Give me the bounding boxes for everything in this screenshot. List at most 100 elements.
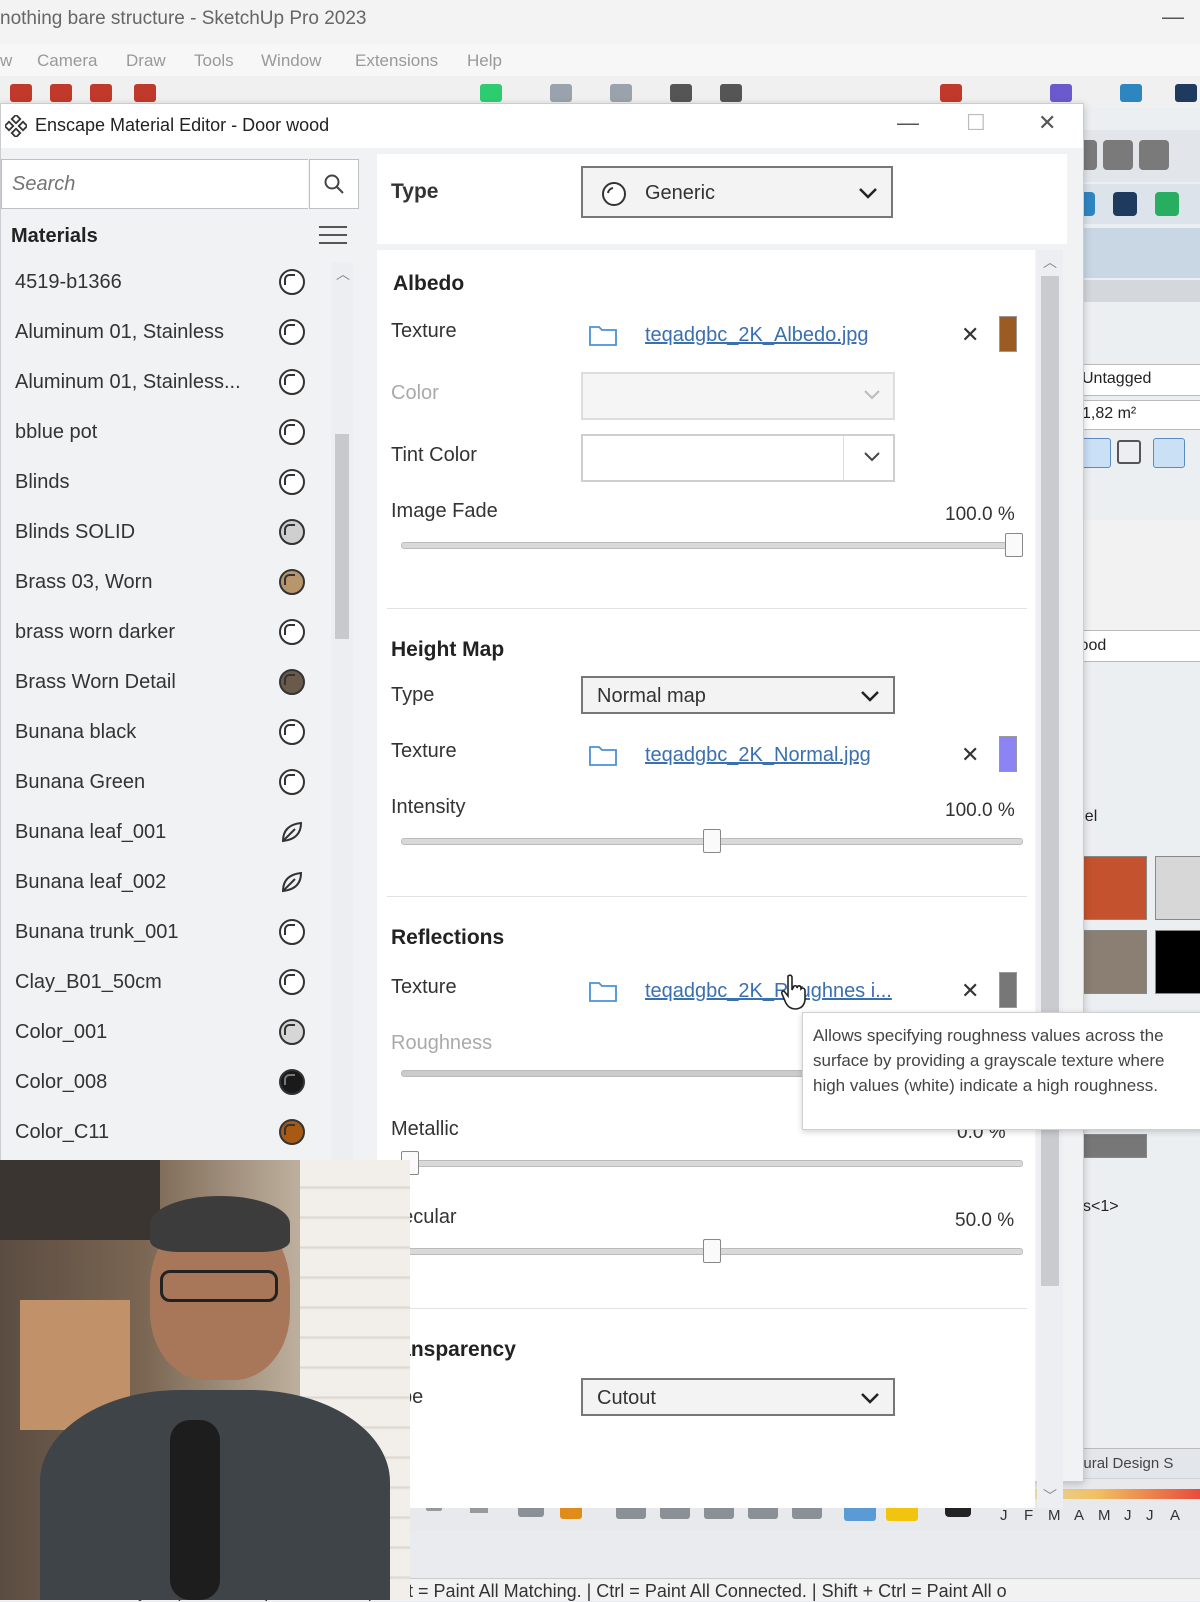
material-list-item[interactable]: Bunana Green xyxy=(1,759,321,809)
menu-camera[interactable]: Camera xyxy=(37,51,97,71)
sphere-icon xyxy=(279,619,305,645)
sphere-icon xyxy=(279,269,305,295)
material-list-item[interactable]: Brass Worn Detail xyxy=(1,659,321,709)
remove-texture-button[interactable]: ✕ xyxy=(961,322,979,348)
materials-scrollbar[interactable] xyxy=(331,262,353,1242)
select-tool-icon[interactable] xyxy=(10,84,32,102)
albedo-color-chip[interactable] xyxy=(999,316,1017,352)
ruby-tool-icon[interactable] xyxy=(1050,84,1072,102)
material-list-item[interactable]: Brass 03, Worn xyxy=(1,559,321,609)
tray-tool-icon[interactable] xyxy=(1155,192,1179,216)
section-tool-icon[interactable] xyxy=(610,84,632,102)
properties-scroll-thumb[interactable] xyxy=(1041,276,1059,1286)
material-list-item[interactable]: Bunana leaf_002 xyxy=(1,859,321,909)
tray-tool-icon[interactable] xyxy=(1113,192,1137,216)
roughness-texture-link[interactable]: teqadgbc_2K_Roughnes i... xyxy=(645,980,892,1003)
metallic-slider[interactable] xyxy=(401,1160,1023,1167)
scroll-up-icon[interactable]: ︿ xyxy=(336,264,350,284)
pencil-tool-icon[interactable] xyxy=(940,84,962,102)
materials-scroll-thumb[interactable] xyxy=(335,434,349,639)
material-list-item[interactable]: Aluminum 01, Stainless... xyxy=(1,359,321,409)
sphere-icon xyxy=(602,182,626,206)
folder-icon[interactable] xyxy=(589,744,617,766)
menu-help[interactable]: Help xyxy=(467,51,502,71)
material-name-field[interactable]: wood xyxy=(1065,630,1200,662)
image-fade-value: 100.0 % xyxy=(945,504,1015,525)
material-name: Color_008 xyxy=(15,1071,108,1093)
material-list-item[interactable]: Color_001 xyxy=(1,1009,321,1059)
camera-tool-icon[interactable] xyxy=(670,84,692,102)
globe-tool-icon[interactable] xyxy=(1120,84,1142,102)
material-list-item[interactable]: Blinds xyxy=(1,459,321,509)
minimize-button[interactable]: — xyxy=(1162,4,1184,30)
check-tool-icon[interactable] xyxy=(480,84,502,102)
material-list-item[interactable]: Bunana leaf_001 xyxy=(1,809,321,859)
line-tool-icon[interactable] xyxy=(134,84,156,102)
tint-color-select[interactable] xyxy=(581,434,895,482)
menu-extensions[interactable]: Extensions xyxy=(355,51,438,71)
shadow-icon[interactable] xyxy=(1153,438,1185,468)
month-label: M xyxy=(1098,1507,1111,1524)
material-thumb[interactable] xyxy=(1075,1134,1147,1158)
material-thumb[interactable] xyxy=(1075,930,1147,994)
material-list-item[interactable]: bblue pot xyxy=(1,409,321,459)
tray-empty-area xyxy=(1065,520,1200,630)
tag-field[interactable]: Untagged xyxy=(1077,364,1200,396)
specular-value: 50.0 % xyxy=(955,1210,1015,1231)
image-fade-slider[interactable] xyxy=(401,542,1023,549)
material-list-item[interactable]: Aluminum 01, Stainless xyxy=(1,309,321,359)
tray-tool-icon[interactable] xyxy=(1139,140,1169,170)
menu-icon[interactable] xyxy=(319,224,347,246)
type-select[interactable]: Generic xyxy=(581,166,893,218)
material-thumb[interactable] xyxy=(1155,856,1200,920)
material-list-item[interactable]: Clay_B01_50cm xyxy=(1,959,321,1009)
remove-texture-button[interactable]: ✕ xyxy=(961,742,979,768)
tray-tool-icon[interactable] xyxy=(1103,140,1133,170)
material-list-item[interactable]: Color_008 xyxy=(1,1059,321,1109)
scroll-down-icon[interactable]: ﹀ xyxy=(1043,1486,1057,1506)
folder-icon[interactable] xyxy=(589,980,617,1002)
box-tool-icon[interactable] xyxy=(720,84,742,102)
roughness-color-chip[interactable] xyxy=(999,972,1017,1008)
lock-icon[interactable] xyxy=(1117,440,1141,464)
height-texture-link[interactable]: teqadgbc_2K_Normal.jpg xyxy=(645,744,871,767)
height-type-select[interactable]: Normal map xyxy=(581,676,895,714)
sketchup-titlebar: nothing bare structure - SketchUp Pro 20… xyxy=(0,0,1200,44)
material-list-item[interactable]: Bunana trunk_001 xyxy=(1,909,321,959)
properties-scrollbar[interactable]: ︿ ﹀ xyxy=(1037,250,1063,1508)
material-thumb[interactable] xyxy=(1155,930,1200,994)
minimize-button[interactable]: — xyxy=(897,110,919,136)
paint-tool-icon[interactable] xyxy=(90,84,112,102)
close-button[interactable]: ✕ xyxy=(1038,110,1056,136)
folder-icon[interactable] xyxy=(589,324,617,346)
scroll-up-icon[interactable]: ︿ xyxy=(1043,252,1057,272)
menu-draw[interactable]: Draw xyxy=(126,51,166,71)
divider xyxy=(387,1308,1027,1309)
height-color-chip[interactable] xyxy=(999,736,1017,772)
flask-tool-icon[interactable] xyxy=(550,84,572,102)
material-list-item[interactable]: 4519-b1366 xyxy=(1,259,321,309)
maximize-button[interactable]: ☐ xyxy=(966,110,986,136)
specular-thumb[interactable] xyxy=(703,1239,721,1263)
search-input[interactable] xyxy=(10,170,294,198)
transparency-type-select[interactable]: Cutout xyxy=(581,1378,895,1416)
material-list-item[interactable]: Blinds SOLID xyxy=(1,509,321,559)
albedo-texture-link[interactable]: teqadgbc_2K_Albedo.jpg xyxy=(645,324,869,347)
transparency-type-value: Cutout xyxy=(597,1387,656,1409)
warehouse-tool-icon[interactable] xyxy=(1175,84,1197,102)
menu-tools[interactable]: Tools xyxy=(194,51,234,71)
material-list-item[interactable]: Color_C11 xyxy=(1,1109,321,1159)
material-list-item[interactable]: brass worn darker xyxy=(1,609,321,659)
intensity-thumb[interactable] xyxy=(703,829,721,853)
menu-window[interactable]: Window xyxy=(261,51,321,71)
search-button[interactable] xyxy=(309,159,359,209)
menu-view[interactable]: w xyxy=(0,51,12,71)
eraser-tool-icon[interactable] xyxy=(50,84,72,102)
material-list-item[interactable]: Bunana black xyxy=(1,709,321,759)
metallic-label: Metallic xyxy=(391,1118,459,1140)
sketchup-tray: Untagged 1,82 m² wood odel ials<1> xyxy=(1064,108,1200,1480)
material-thumb[interactable] xyxy=(1075,856,1147,920)
image-fade-thumb[interactable] xyxy=(1005,533,1023,557)
tooltip-text: Allows specifying roughness values acros… xyxy=(813,1026,1165,1095)
remove-texture-button[interactable]: ✕ xyxy=(961,978,979,1004)
